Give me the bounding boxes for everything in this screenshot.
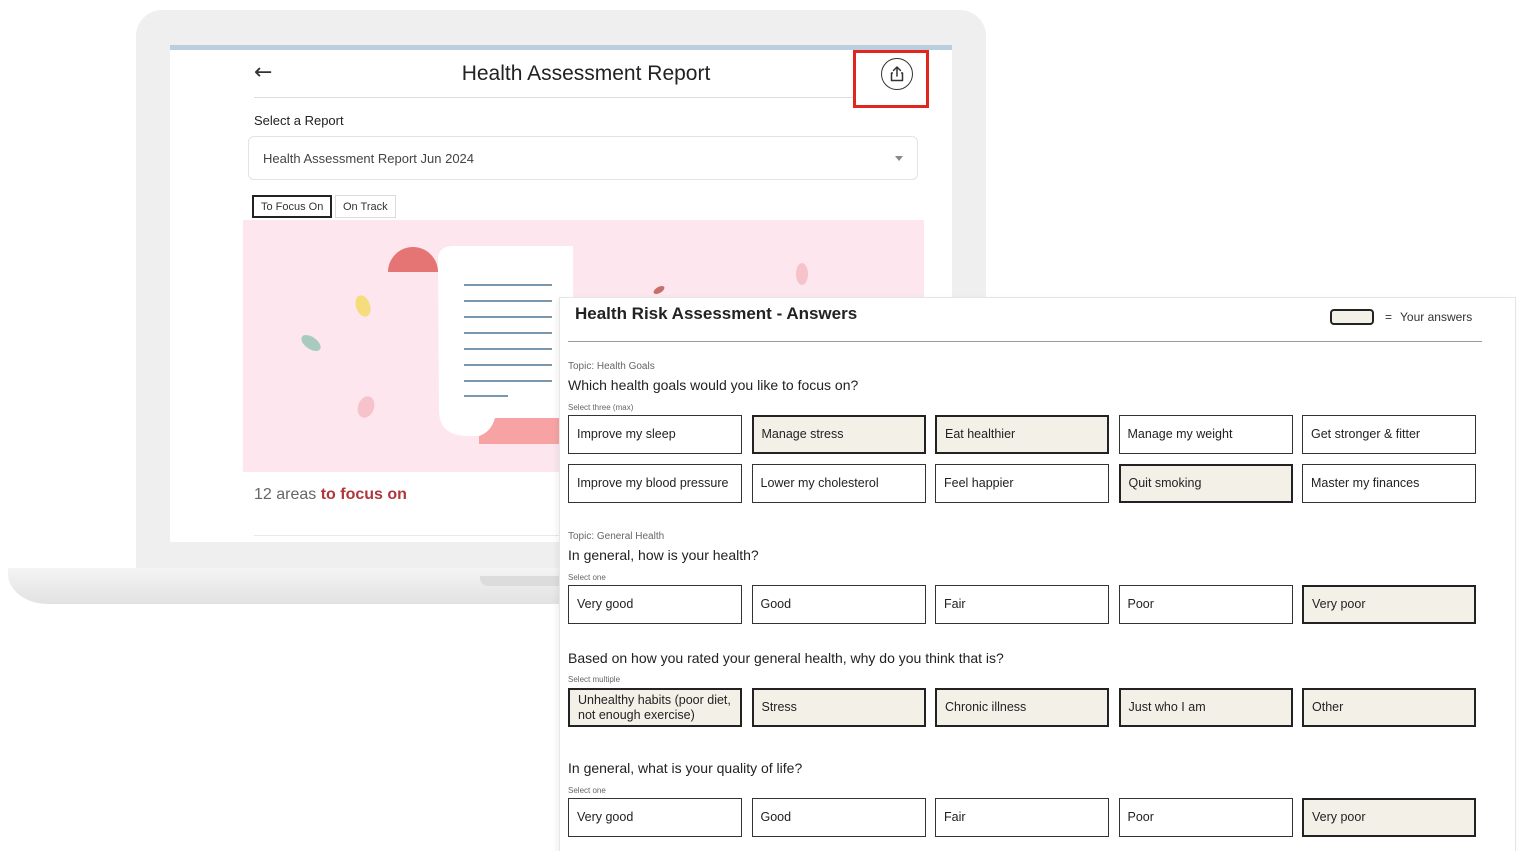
- report-dropdown[interactable]: Health Assessment Report Jun 2024: [248, 136, 918, 180]
- answers-panel: Health Risk Assessment - Answers = Your …: [559, 297, 1516, 851]
- topic-general-health: Topic: General Health: [568, 531, 665, 542]
- chevron-down-icon: [895, 155, 903, 161]
- legend-label: Your answers: [1400, 310, 1473, 324]
- option-quit-smoking[interactable]: Quit smoking: [1118, 464, 1293, 503]
- option-very-good[interactable]: Very good: [568, 798, 742, 837]
- question-quality-of-life: In general, what is your quality of life…: [568, 760, 803, 776]
- answers-title: Health Risk Assessment - Answers: [575, 304, 858, 323]
- legend-equals: =: [1385, 310, 1393, 324]
- topic-health-goals: Topic: Health Goals: [568, 361, 655, 372]
- legend-swatch: [1330, 309, 1374, 325]
- option-stronger-fitter[interactable]: Get stronger & fitter: [1302, 415, 1476, 454]
- question-health-reason: Based on how you rated your general heal…: [568, 650, 1004, 666]
- answers-divider: [568, 341, 1482, 342]
- select-report-label: Select a Report: [254, 113, 344, 128]
- option-feel-happier[interactable]: Feel happier: [935, 464, 1109, 503]
- option-very-poor[interactable]: Very poor: [1302, 798, 1476, 837]
- option-lower-cholesterol[interactable]: Lower my cholesterol: [751, 464, 926, 503]
- tab-on-track[interactable]: On Track: [335, 195, 396, 218]
- hint-health-goals: Select three (max): [568, 403, 634, 412]
- option-stress[interactable]: Stress: [751, 688, 926, 727]
- report-dropdown-value: Health Assessment Report Jun 2024: [263, 150, 475, 166]
- options-health-reason: Unhealthy habits (poor diet, not enough …: [568, 688, 1476, 727]
- option-other[interactable]: Other: [1302, 688, 1476, 727]
- option-poor[interactable]: Poor: [1118, 585, 1293, 624]
- option-improve-sleep[interactable]: Improve my sleep: [568, 415, 742, 454]
- option-unhealthy-habits[interactable]: Unhealthy habits (poor diet, not enough …: [568, 688, 742, 727]
- option-good[interactable]: Good: [751, 798, 926, 837]
- option-good[interactable]: Good: [751, 585, 926, 624]
- laptop-notch: [480, 576, 570, 586]
- share-button[interactable]: [881, 58, 913, 90]
- options-quality-of-life: Very good Good Fair Poor Very poor: [568, 798, 1476, 837]
- tab-to-focus-on[interactable]: To Focus On: [252, 195, 333, 218]
- option-blood-pressure[interactable]: Improve my blood pressure: [568, 464, 742, 503]
- question-health-goals: Which health goals would you like to foc…: [568, 377, 859, 393]
- options-health-goals: Improve my sleep Manage stress Eat healt…: [568, 415, 1476, 503]
- option-fair[interactable]: Fair: [935, 798, 1109, 837]
- legend: = Your answers: [1330, 309, 1472, 325]
- option-manage-weight[interactable]: Manage my weight: [1118, 415, 1293, 454]
- option-very-poor[interactable]: Very poor: [1302, 585, 1476, 624]
- option-very-good[interactable]: Very good: [568, 585, 742, 624]
- option-poor[interactable]: Poor: [1118, 798, 1293, 837]
- option-just-who-i-am[interactable]: Just who I am: [1118, 688, 1293, 727]
- options-general-health: Very good Good Fair Poor Very poor: [568, 585, 1476, 624]
- share-icon: [890, 66, 904, 82]
- question-general-health: In general, how is your health?: [568, 547, 759, 563]
- hint-health-reason: Select multiple: [568, 675, 621, 684]
- areas-count: 12 areas: [254, 486, 317, 503]
- areas-accent: to focus on: [320, 486, 407, 503]
- page-title: Health Assessment Report: [461, 62, 711, 85]
- hint-general-health: Select one: [568, 573, 606, 582]
- option-manage-stress[interactable]: Manage stress: [751, 415, 926, 454]
- header-divider: [254, 97, 854, 98]
- hint-quality-of-life: Select one: [568, 786, 606, 795]
- section-divider: [254, 535, 564, 536]
- option-eat-healthier[interactable]: Eat healthier: [935, 415, 1109, 454]
- option-master-finances[interactable]: Master my finances: [1302, 464, 1476, 503]
- areas-summary: 12 areas to focus on: [254, 486, 407, 504]
- option-chronic-illness[interactable]: Chronic illness: [935, 688, 1109, 727]
- option-fair[interactable]: Fair: [935, 585, 1109, 624]
